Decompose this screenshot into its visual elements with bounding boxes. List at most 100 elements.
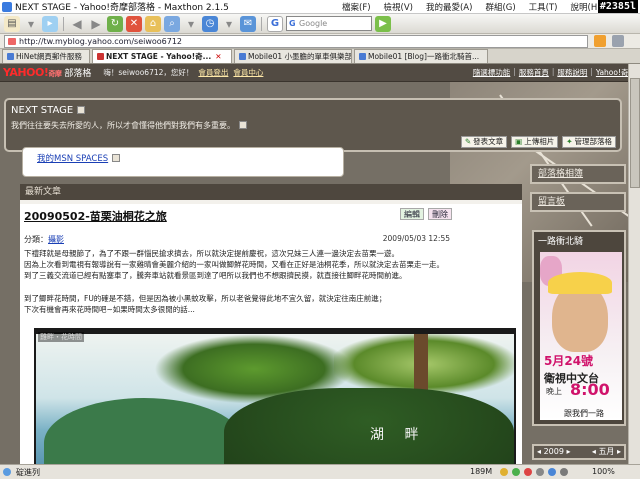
rss-icon[interactable]: [594, 35, 606, 47]
go-icon[interactable]: ▶: [375, 15, 391, 32]
post-date: 2009/05/03 12:55: [382, 234, 450, 243]
edit-icon[interactable]: [112, 154, 121, 162]
member-center-link[interactable]: 會員中心: [233, 67, 263, 78]
menu-favorites[interactable]: 我的最愛(A): [426, 1, 472, 13]
widget-box: 一路衝北騎 5月24號 衛視中文台 晚上 8:00 跟我們一路: [532, 230, 626, 426]
calendar-nav: ◂ 2009 ▸ ◂ 五月 ▸: [532, 444, 626, 460]
post-body: 下禮拜就是母親節了，為了不跟一群惱民搶求擠去，所以就決定提前慶祝，這次兄妹三人連…: [24, 248, 454, 315]
tab-mobile01-club[interactable]: Mobile01 小墨膽的單車俱樂部: [234, 49, 352, 63]
sidebar-item-guestbook[interactable]: 留言板: [530, 192, 626, 212]
photo-icon: ▣: [515, 137, 523, 146]
forward-icon[interactable]: ▶: [88, 16, 104, 32]
stop-icon[interactable]: ✕: [126, 15, 142, 32]
wrench-icon: ✦: [566, 137, 573, 146]
post-paragraph: 下禮拜就是母親節了，為了不跟一群惱民搶求擠去，所以就決定提前慶祝，這次兄妹三人連…: [24, 249, 399, 258]
status-tray-icon[interactable]: [560, 468, 568, 476]
blog-dept-label[interactable]: 部落格: [64, 66, 91, 79]
feature-link[interactable]: 隨選標功能: [473, 67, 511, 78]
post-actions: 編輯 刪除: [400, 208, 452, 220]
post-paragraph: 到了鯽畔花時間，FU的確是不錯，但是因為被小黑蚊攻擊，所以老爸覺得此地不宜久留，…: [24, 293, 387, 303]
category-link[interactable]: 攝影: [48, 235, 64, 244]
tab-nextstage[interactable]: NEXT STAGE - Yahoo!奇... ✕: [92, 49, 232, 63]
status-tray-icon[interactable]: [500, 468, 508, 476]
new-post-button[interactable]: ✎ 發表文章: [460, 136, 508, 148]
watermark-badge: #2385l: [597, 0, 638, 13]
delete-post-button[interactable]: 刪除: [428, 208, 452, 220]
post-paragraph: 到了三義交流道已經有點塞車了，騰奔車站就看景區到達了吧所以我們也不想跟擠民摸，就…: [24, 271, 407, 281]
url-field[interactable]: http://tw.myblog.yahoo.com/seiwoo6712: [4, 34, 588, 48]
logout-link[interactable]: 會員登出: [198, 67, 228, 78]
sidebar: 部落格相簿 留言板: [530, 164, 626, 220]
edit-post-button[interactable]: 編輯: [400, 208, 424, 220]
calendar-month[interactable]: ◂ 五月 ▸: [592, 446, 621, 458]
menu-help[interactable]: 說明(H): [571, 1, 601, 13]
main-column: 最新文章 20090502-苗栗油桐花之旅 編輯 刪除 分類：攝影 2009/0…: [20, 184, 522, 464]
status-text: 碇進列: [16, 467, 40, 477]
msn-spaces-link[interactable]: 我的MSN SPACES: [37, 154, 108, 164]
status-tray-icon[interactable]: [512, 468, 520, 476]
header-buttons: ✎ 發表文章 ▣ 上傳相片 ✦ 管理部落格: [460, 136, 616, 148]
window-title-bar: NEXT STAGE - Yahoo!奇摩部落格 - Maxthon 2.1.5…: [0, 0, 640, 14]
yahoo-top-bar: YAHOO!奇摩 部落格 嗨！seiwoo6712，您好！ 會員登出 會員中心 …: [0, 64, 640, 82]
status-tray-icon[interactable]: [536, 468, 544, 476]
dropdown-icon[interactable]: ▾: [221, 16, 237, 32]
blog-header: NEXT STAGE 我們往往要失去所愛的人，所以才會懂得他們對我們有多重要。 …: [4, 98, 622, 152]
menu-view[interactable]: 檢視(V): [384, 1, 413, 13]
sidebar-item-album[interactable]: 部落格相簿: [530, 164, 626, 184]
calendar-year[interactable]: ◂ 2009 ▸: [537, 446, 570, 458]
search-input[interactable]: Google: [286, 16, 372, 31]
close-tab-icon[interactable]: ✕: [215, 50, 221, 63]
menu-tools[interactable]: 工具(T): [529, 1, 558, 13]
yahoo-logo[interactable]: YAHOO!奇摩: [3, 66, 62, 79]
refresh-icon[interactable]: ↻: [107, 15, 123, 32]
status-tray-icon[interactable]: [524, 468, 532, 476]
photo-sign-text: 湖 畔: [370, 427, 427, 443]
tab-bar: HiNet網頁郵件服務 NEXT STAGE - Yahoo!奇... ✕ Mo…: [0, 49, 640, 64]
ad-time-label: 晚上: [546, 387, 562, 396]
ad-banner[interactable]: 5月24號 衛視中文台 晚上 8:00 跟我們一路: [540, 252, 622, 420]
upload-photo-button[interactable]: ▣ 上傳相片: [511, 136, 559, 148]
ad-time: 8:00: [570, 380, 610, 399]
zoom-level[interactable]: 100%: [592, 467, 615, 476]
page-favicon-icon: [239, 53, 246, 60]
service-help-link[interactable]: 服務說明: [557, 67, 587, 78]
pencil-icon: ✎: [464, 137, 472, 146]
blog-title: NEXT STAGE: [11, 105, 86, 116]
scrollbar-thumb[interactable]: [630, 78, 640, 188]
dropdown-icon[interactable]: ▾: [23, 16, 39, 32]
back-icon[interactable]: ◀: [69, 16, 85, 32]
history-icon[interactable]: ◷: [202, 15, 218, 32]
blog-post: 20090502-苗栗油桐花之旅 編輯 刪除 分類：攝影 2009/05/03 …: [20, 204, 522, 464]
status-tray-icon[interactable]: [548, 468, 556, 476]
manage-blog-button[interactable]: ✦ 管理部落格: [562, 136, 616, 148]
window-title: NEXT STAGE - Yahoo!奇摩部落格 - Maxthon 2.1.5: [15, 3, 229, 13]
yahoo-right-links: 隨選標功能 | 服務首頁 | 服務說明 | Yahoo!奇摩: [472, 67, 636, 78]
status-bar: 碇進列 189M 100%: [0, 464, 640, 479]
open-folder-icon[interactable]: ▸: [42, 15, 58, 32]
msn-spaces-box: 我的MSN SPACES: [22, 147, 344, 177]
tab-label: HiNet網頁郵件服務: [16, 52, 82, 61]
menu-groups[interactable]: 群組(G): [485, 1, 515, 13]
menu-bar: 檔案(F) 檢視(V) 我的最愛(A) 群組(G) 工具(T) 說明(H): [342, 1, 601, 13]
mail-icon[interactable]: ✉: [240, 15, 256, 32]
page-favicon-icon: [7, 53, 14, 60]
tab-label: NEXT STAGE - Yahoo!奇...: [106, 52, 212, 61]
service-home-link[interactable]: 服務首頁: [519, 67, 549, 78]
post-title[interactable]: 20090502-苗栗油桐花之旅: [24, 208, 167, 224]
edit-icon[interactable]: [239, 121, 247, 129]
menu-file[interactable]: 檔案(F): [342, 1, 371, 13]
search-engine-icon[interactable]: G: [267, 15, 283, 32]
go-button-icon[interactable]: [612, 35, 624, 47]
tab-mobile01-blog[interactable]: Mobile01 [Blog]一路衝北騎首...: [354, 49, 488, 63]
post-paragraph: 因為上次看到電視有報導說有一家雞晴會美麗介紹的一家叫做鯽鮮花時間，又看在正好是油…: [24, 260, 444, 270]
vertical-scrollbar[interactable]: [628, 64, 640, 464]
new-page-icon[interactable]: ▤: [4, 15, 20, 32]
tab-hinet[interactable]: HiNet網頁郵件服務: [2, 49, 90, 63]
edit-icon[interactable]: [77, 106, 86, 114]
dropdown-icon[interactable]: ▾: [183, 16, 199, 32]
post-photo[interactable]: 雞畔・花時間 湖 畔: [34, 328, 516, 464]
home-icon[interactable]: ⌂: [145, 15, 161, 32]
search-icon[interactable]: ⌕: [164, 15, 180, 32]
section-header: 最新文章: [20, 184, 522, 200]
app-icon: [2, 1, 12, 12]
